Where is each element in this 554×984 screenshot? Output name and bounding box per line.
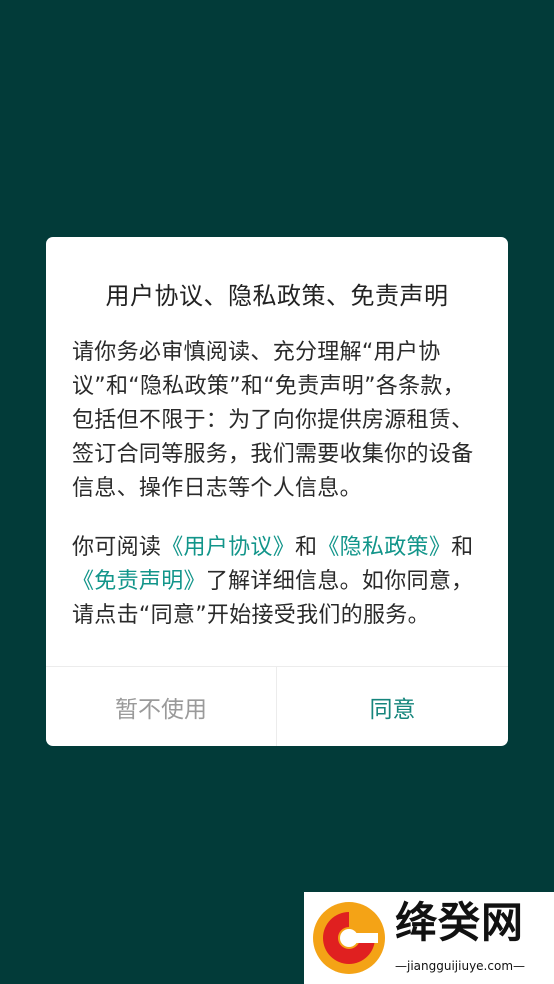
watermark-url-text: jiangguijiuye.com	[407, 959, 514, 973]
paragraph-2-lead: 你可阅读	[72, 535, 162, 560]
watermark-url: —jiangguijiuye.com—	[395, 959, 526, 973]
privacy-policy-link[interactable]: 《隐私政策》	[317, 535, 451, 560]
decline-button[interactable]: 暂不使用	[46, 667, 276, 746]
dialog-paragraph-2: 你可阅读《用户协议》和《隐私政策》和《免责声明》了解详细信息。如你同意，请点击“…	[72, 531, 486, 633]
disclaimer-link[interactable]: 《免责声明》	[72, 569, 206, 594]
dialog-title: 用户协议、隐私政策、免责声明	[105, 282, 449, 310]
dialog-paragraph-1: 请你务必审慎阅读、充分理解“用户协议”和“隐私政策”和“免责声明”各条款，包括但…	[72, 340, 474, 501]
user-agreement-link[interactable]: 《用户协议》	[161, 535, 295, 560]
agree-button[interactable]: 同意	[277, 667, 508, 746]
watermark-name: 绛癸网	[395, 898, 525, 947]
g-logo-icon	[313, 902, 385, 974]
paragraph-2-and-1: 和	[295, 535, 318, 560]
site-watermark: 绛癸网 —jiangguijiuye.com—	[304, 892, 554, 984]
paragraph-2-and-2: 和	[451, 535, 474, 560]
